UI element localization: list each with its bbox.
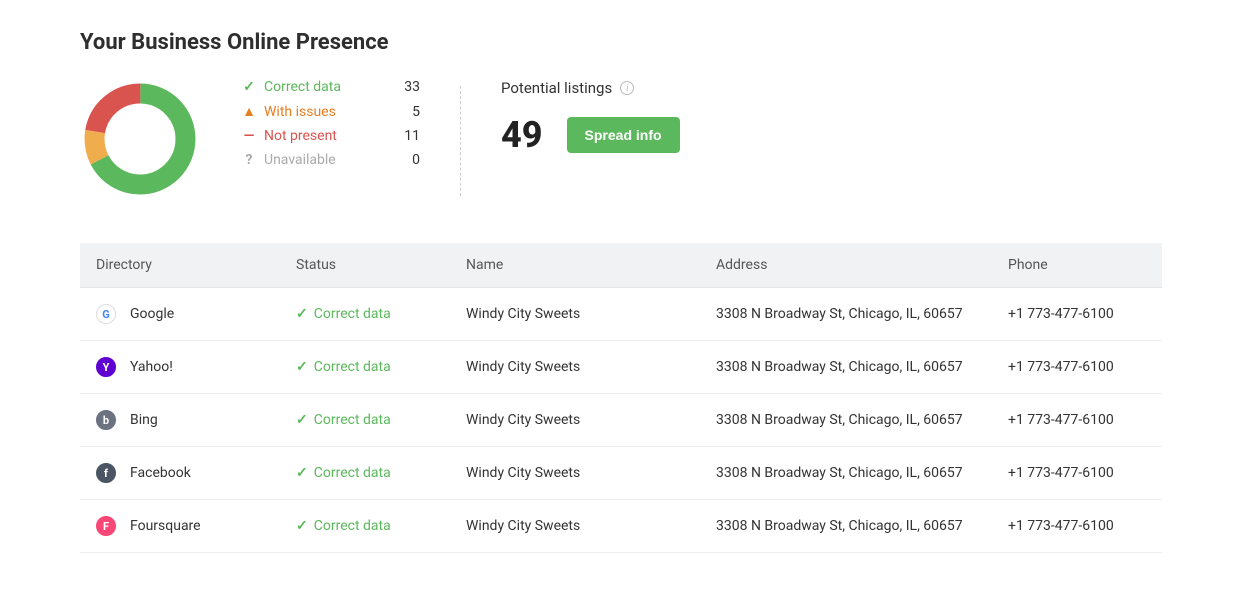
legend-row: ✓ Correct data33 — [240, 79, 420, 95]
vertical-divider — [460, 86, 461, 196]
legend-icon: ▲ — [240, 103, 258, 120]
legend-icon: ✓ — [240, 79, 258, 95]
status-cell: ✓ Correct data — [296, 412, 434, 428]
legend-row: — Not present11 — [240, 128, 420, 144]
status-cell: ✓ Correct data — [296, 306, 434, 322]
directory-icon: b — [96, 410, 116, 430]
business-name: Windy City Sweets — [450, 288, 700, 341]
status-text: Correct data — [314, 465, 391, 481]
status-cell: ✓ Correct data — [296, 518, 434, 534]
legend-value: 0 — [390, 152, 420, 168]
status-cell: ✓ Correct data — [296, 465, 434, 481]
check-icon: ✓ — [296, 465, 308, 481]
col-address[interactable]: Address — [700, 243, 992, 288]
status-text: Correct data — [314, 359, 391, 375]
legend-label: Unavailable — [264, 152, 390, 168]
legend-row: ? Unavailable0 — [240, 152, 420, 168]
business-name: Windy City Sweets — [450, 341, 700, 394]
directory-name: Foursquare — [130, 518, 201, 534]
status-legend: ✓ Correct data33 ▲ With issues5 — Not present… — [240, 79, 420, 168]
business-name: Windy City Sweets — [450, 394, 700, 447]
col-name[interactable]: Name — [450, 243, 700, 288]
col-phone[interactable]: Phone — [992, 243, 1162, 288]
legend-label: With issues — [264, 104, 390, 120]
business-name: Windy City Sweets — [450, 500, 700, 553]
business-phone: +1 773-477-6100 — [992, 341, 1162, 394]
table-row[interactable]: F Foursquare ✓ Correct data Windy City Sweet… — [80, 500, 1162, 553]
col-status[interactable]: Status — [280, 243, 450, 288]
table-row[interactable]: G Google ✓ Correct data Windy City Sweets330… — [80, 288, 1162, 341]
business-phone: +1 773-477-6100 — [992, 394, 1162, 447]
legend-icon: — — [240, 128, 258, 144]
directory-icon: f — [96, 463, 116, 483]
directory-name: Google — [130, 306, 174, 322]
status-text: Correct data — [314, 412, 391, 428]
check-icon: ✓ — [296, 359, 308, 375]
business-address: 3308 N Broadway St, Chicago, IL, 60657 — [700, 500, 992, 553]
legend-row: ▲ With issues5 — [240, 103, 420, 120]
business-phone: +1 773-477-6100 — [992, 447, 1162, 500]
directory-name: Bing — [130, 412, 158, 428]
potential-listings-block: Potential listings i 49 Spread info — [501, 79, 680, 153]
business-phone: +1 773-477-6100 — [992, 288, 1162, 341]
directory-icon: Y — [96, 357, 116, 377]
table-row[interactable]: b Bing ✓ Correct data Windy City Sweets3308 … — [80, 394, 1162, 447]
directory-icon: F — [96, 516, 116, 536]
legend-icon: ? — [240, 152, 258, 168]
business-address: 3308 N Broadway St, Chicago, IL, 60657 — [700, 341, 992, 394]
check-icon: ✓ — [296, 412, 308, 428]
potential-label-text: Potential listings — [501, 79, 612, 97]
listings-table: Directory Status Name Address Phone G Goo… — [80, 243, 1162, 553]
spread-info-button[interactable]: Spread info — [567, 117, 680, 153]
directory-name: Facebook — [130, 465, 191, 481]
table-header-row: Directory Status Name Address Phone — [80, 243, 1162, 288]
business-address: 3308 N Broadway St, Chicago, IL, 60657 — [700, 288, 992, 341]
page-title: Your Business Online Presence — [80, 30, 1162, 55]
status-text: Correct data — [314, 518, 391, 534]
donut-chart — [80, 79, 200, 203]
business-address: 3308 N Broadway St, Chicago, IL, 60657 — [700, 447, 992, 500]
summary-panel: ✓ Correct data33 ▲ With issues5 — Not present… — [80, 79, 1162, 203]
directory-icon: G — [96, 304, 116, 324]
status-text: Correct data — [314, 306, 391, 322]
directory-name: Yahoo! — [130, 359, 173, 375]
legend-label: Not present — [264, 128, 390, 144]
potential-count: 49 — [501, 117, 543, 153]
legend-label: Correct data — [264, 79, 390, 95]
status-cell: ✓ Correct data — [296, 359, 434, 375]
business-address: 3308 N Broadway St, Chicago, IL, 60657 — [700, 394, 992, 447]
potential-label: Potential listings i — [501, 79, 680, 97]
business-phone: +1 773-477-6100 — [992, 500, 1162, 553]
legend-value: 11 — [390, 128, 420, 144]
table-row[interactable]: f Facebook ✓ Correct data Windy City Sweets3… — [80, 447, 1162, 500]
table-row[interactable]: Y Yahoo! ✓ Correct data Windy City Sweets330… — [80, 341, 1162, 394]
info-icon[interactable]: i — [620, 81, 634, 95]
legend-value: 33 — [390, 79, 420, 95]
check-icon: ✓ — [296, 518, 308, 534]
legend-value: 5 — [390, 104, 420, 120]
col-directory[interactable]: Directory — [80, 243, 280, 288]
business-name: Windy City Sweets — [450, 447, 700, 500]
check-icon: ✓ — [296, 306, 308, 322]
